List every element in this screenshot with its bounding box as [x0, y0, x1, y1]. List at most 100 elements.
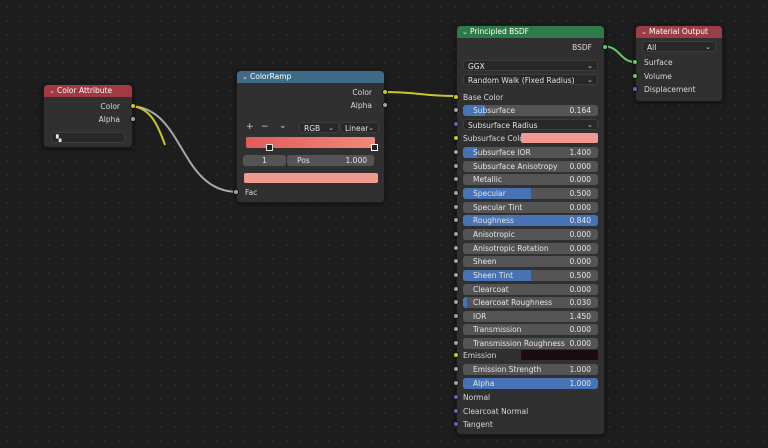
subsurface-radius-label: Subsurface Radius [468, 121, 538, 130]
param-field[interactable]: Anisotropic 0.000 [463, 229, 598, 240]
displacement-input-socket[interactable] [632, 86, 638, 92]
param-label: Anisotropic Rotation [473, 244, 549, 253]
stop-position-label: Pos [297, 156, 310, 165]
param-socket[interactable] [453, 176, 459, 182]
ramp-output-alpha-socket[interactable] [382, 102, 388, 108]
colorramp-header[interactable]: ⌄ ColorRamp [237, 71, 384, 83]
distribution-dropdown[interactable]: GGX ⌄ [463, 60, 598, 71]
principled-bsdf-header[interactable]: ⌄ Principled BSDF [457, 26, 604, 38]
output-color-row: Color [44, 100, 136, 113]
chevron-down-icon: ⌄ [587, 62, 593, 70]
param-field[interactable]: Roughness 0.840 [463, 215, 598, 226]
param-socket[interactable] [453, 217, 459, 223]
subsurface-color-swatch[interactable] [521, 133, 598, 143]
remove-stop-button[interactable]: − [261, 122, 269, 133]
param-socket[interactable] [453, 149, 459, 155]
collapse-chevron-icon[interactable]: ⌄ [49, 85, 57, 97]
ramp-menu-button[interactable]: ⌄ [279, 121, 287, 132]
emission-strength-field[interactable]: Emission Strength 1.000 [463, 364, 598, 375]
subsurface-label: Subsurface [473, 106, 515, 115]
color-mode-dropdown[interactable]: RGB ⌄ [299, 122, 339, 133]
material-output-node[interactable]: ⌄ Material Output All ⌄ Surface Volume Dis… [632, 25, 723, 102]
color-attribute-header[interactable]: ⌄ Color Attribute [44, 85, 132, 97]
collapse-chevron-icon[interactable]: ⌄ [641, 26, 649, 38]
param-field[interactable]: Sheen 0.000 [463, 256, 598, 267]
param-field[interactable]: Clearcoat 0.000 [463, 284, 598, 295]
tangent-socket[interactable] [453, 421, 459, 427]
alpha-field[interactable]: Alpha 1.000 [463, 378, 598, 389]
attribute-name-field[interactable]: ▚ [51, 132, 125, 143]
stop-index-field[interactable]: 1 [243, 155, 286, 166]
material-output-header[interactable]: ⌄ Material Output [636, 26, 722, 38]
param-socket[interactable] [453, 204, 459, 210]
param-socket[interactable] [453, 326, 459, 332]
render-target-dropdown[interactable]: All ⌄ [642, 41, 716, 52]
chevron-down-icon: ⌄ [368, 124, 374, 132]
subsurface-radius-dropdown[interactable]: Subsurface Radius ⌄ [463, 119, 598, 130]
param-field[interactable]: Metallic 0.000 [463, 174, 598, 185]
param-field[interactable]: Subsurface IOR 1.400 [463, 147, 598, 158]
ramp-stop-handle-left[interactable] [266, 144, 273, 151]
principled-bsdf-node[interactable]: ⌄ Principled BSDF BSDF GGX ⌄ Random Walk (… [453, 25, 608, 435]
bsdf-output-label: BSDF [572, 43, 592, 52]
param-field[interactable]: Clearcoat Roughness 0.030 [463, 297, 598, 308]
volume-input-socket[interactable] [632, 73, 638, 79]
fac-input-socket[interactable] [233, 189, 239, 195]
param-socket[interactable] [453, 272, 459, 278]
param-value: 0.000 [569, 325, 591, 334]
param-label: Subsurface Anisotropy [473, 162, 558, 171]
normal-socket[interactable] [453, 394, 459, 400]
param-socket[interactable] [453, 313, 459, 319]
add-stop-button[interactable]: + [246, 122, 254, 133]
param-socket[interactable] [453, 245, 459, 251]
link-colorattr-yellow [128, 105, 166, 146]
ramp-output-color-row: Color [237, 86, 388, 99]
param-socket[interactable] [453, 190, 459, 196]
normal-label: Normal [463, 393, 491, 402]
emission-color-swatch[interactable] [521, 350, 598, 360]
param-value: 0.000 [569, 162, 591, 171]
param-field[interactable]: Transmission Roughness 0.000 [463, 338, 598, 349]
param-value: 0.840 [569, 216, 591, 225]
subsurface-radius-socket[interactable] [453, 121, 459, 127]
emission-strength-label: Emission Strength [473, 365, 542, 374]
output-color-socket[interactable] [130, 103, 136, 109]
bsdf-output-socket[interactable] [602, 44, 608, 50]
subsurface-method-value: Random Walk (Fixed Radius) [468, 76, 575, 85]
subsurface-socket[interactable] [453, 107, 459, 113]
ramp-stop-handle-right[interactable] [371, 144, 378, 151]
subsurface-field[interactable]: Subsurface 0.164 [463, 105, 598, 116]
param-field[interactable]: Specular 0.500 [463, 188, 598, 199]
param-field[interactable]: Anisotropic Rotation 0.000 [463, 243, 598, 254]
subsurface-color-socket[interactable] [453, 135, 459, 141]
stop-color-swatch[interactable] [244, 173, 378, 183]
param-socket[interactable] [453, 340, 459, 346]
param-field[interactable]: Subsurface Anisotropy 0.000 [463, 161, 598, 172]
emission-socket[interactable] [453, 352, 459, 358]
emission-strength-socket[interactable] [453, 366, 459, 372]
base-color-socket[interactable] [453, 94, 459, 100]
param-field[interactable]: Transmission 0.000 [463, 324, 598, 335]
stop-position-field[interactable]: Pos 1.000 [287, 155, 374, 166]
param-socket[interactable] [453, 163, 459, 169]
param-field[interactable]: Sheen Tint 0.500 [463, 270, 598, 281]
param-value: 0.000 [569, 285, 591, 294]
interpolation-dropdown[interactable]: Linear ⌄ [340, 122, 379, 133]
param-field[interactable]: IOR 1.450 [463, 311, 598, 322]
alpha-socket[interactable] [453, 380, 459, 386]
param-value: 0.030 [569, 298, 591, 307]
param-socket[interactable] [453, 286, 459, 292]
output-alpha-socket[interactable] [130, 116, 136, 122]
param-socket[interactable] [453, 231, 459, 237]
colorramp-node[interactable]: ⌄ ColorRamp Color Alpha + − ⌄ RGB ⌄ Linear… [233, 70, 388, 203]
color-attribute-node[interactable]: ⌄ Color Attribute Color Alpha ▚ [43, 84, 136, 148]
clearcoat-normal-socket[interactable] [453, 408, 459, 414]
param-socket[interactable] [453, 299, 459, 305]
surface-input-socket[interactable] [632, 59, 638, 65]
subsurface-method-dropdown[interactable]: Random Walk (Fixed Radius) ⌄ [463, 74, 598, 85]
ramp-output-color-socket[interactable] [382, 89, 388, 95]
collapse-chevron-icon[interactable]: ⌄ [462, 26, 470, 38]
param-socket[interactable] [453, 258, 459, 264]
param-field[interactable]: Specular Tint 0.000 [463, 202, 598, 213]
collapse-chevron-icon[interactable]: ⌄ [242, 71, 250, 83]
